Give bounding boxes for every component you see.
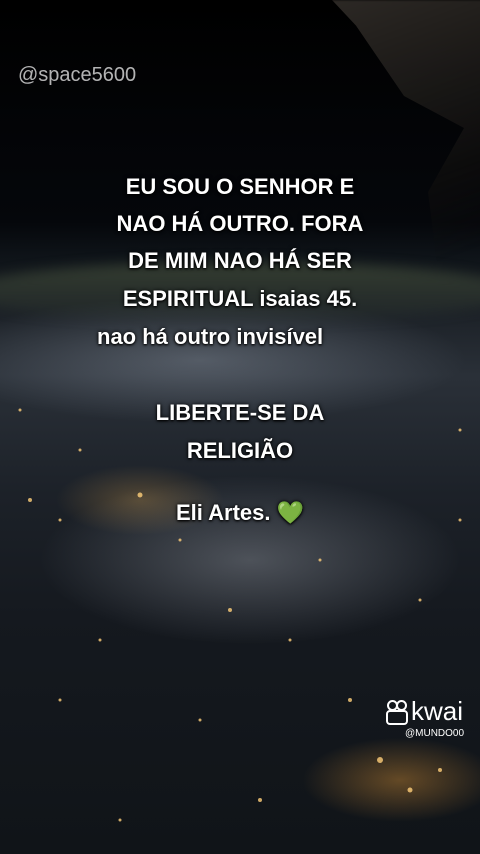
creator-watermark: @space5600 [18, 64, 137, 86]
caption-signature: Eli Artes. 💚 [0, 494, 480, 531]
kwai-logo: kwai [386, 696, 463, 727]
caption-line-5: nao há outro invisível [97, 324, 324, 349]
caption-line-6: LIBERTE-SE DA [155, 400, 325, 425]
caption-line-3: DE MIM NAO HÁ SER [128, 248, 352, 273]
caption-line-4: ESPIRITUAL isaias 45. [122, 286, 358, 311]
caption-line-7: RELIGIÃO [186, 438, 294, 463]
kwai-handle: @MUNDO00 [405, 728, 465, 739]
caption-line-2: NAO HÁ OUTRO. FORA [116, 211, 364, 236]
kwai-wordmark: kwai [411, 696, 464, 726]
kwai-camera-icon [386, 699, 408, 725]
video-frame: @space5600 EU SOU O SENHOR E NAO HÁ OUTR… [0, 0, 480, 854]
signature-text: Eli Artes. [175, 500, 271, 525]
caption-line-1: EU SOU O SENHOR E [125, 174, 355, 199]
green-heart-icon: 💚 [276, 500, 305, 525]
